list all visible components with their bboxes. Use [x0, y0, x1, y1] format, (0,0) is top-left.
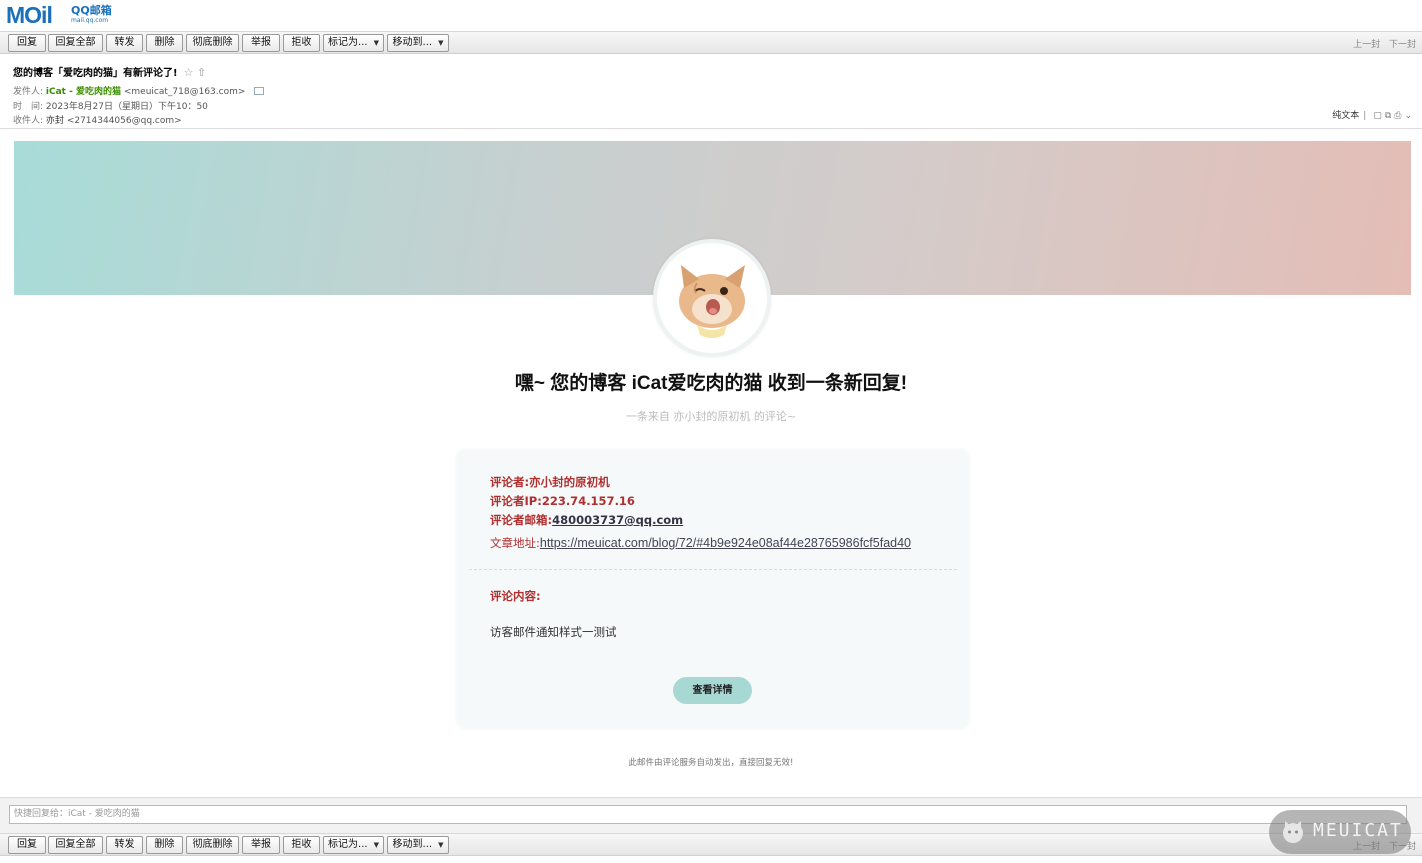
ip-row: 评论者IP:223.74.157.16 [490, 493, 635, 509]
cat-avatar [653, 239, 771, 357]
subject-text: 您的博客「爱吃肉的猫」有新评论了! [13, 68, 178, 79]
new-window-icon[interactable]: ⧉ [1385, 111, 1391, 121]
mail-headline: 嘿~ 您的博客 iCat爱吃肉的猫 收到一条新回复! [514, 373, 908, 394]
reply-all-button[interactable]: 回复全部 [48, 836, 103, 854]
quick-reply-input[interactable]: 快捷回复给：iCat - 爱吃肉的猫 [9, 805, 1407, 824]
mail-footnote: 此邮件由评论服务自动发出，直接回复无效! [628, 758, 794, 768]
bottom-toolbar: 回复 回复全部 转发 删除 彻底删除 举报 拒收 标记为... ▼ 移动到... ▼… [0, 833, 1422, 856]
time-row: 时 间: 2023年8月27日（星期日）下午10：50 [13, 99, 208, 112]
delete-button[interactable]: 删除 [146, 836, 183, 854]
cat-logo-icon [1283, 821, 1303, 843]
delete-button[interactable]: 删除 [146, 34, 183, 52]
tools-separator: | [1363, 111, 1367, 121]
recipient-row: 收件人: 亦封 <2714344056@qq.com> [13, 113, 182, 126]
to-label: 收件人: [13, 116, 44, 126]
report-button[interactable]: 举报 [242, 34, 280, 52]
reject-button[interactable]: 拒收 [283, 34, 320, 52]
url-label: 文章地址: [490, 536, 540, 550]
logo-domain-text: mail.qq.com [71, 17, 109, 24]
mark-as-dropdown[interactable]: 标记为... ▼ [323, 836, 384, 854]
mark-as-label: 标记为... [328, 839, 368, 850]
email-label: 评论者邮箱: [490, 513, 553, 527]
next-message-link[interactable]: 下一封 [1389, 40, 1416, 50]
mail-subject: 您的博客「爱吃肉的猫」有新评论了! ☆ ⇧ [13, 64, 206, 79]
message-nav: 上一封 下一封 [1347, 37, 1416, 50]
top-toolbar: 回复 回复全部 转发 删除 彻底删除 举报 拒收 标记为... ▼ 移动到... ▼… [0, 31, 1422, 54]
commenter-ip: 223.74.157.16 [541, 494, 635, 508]
mail-subline: 一条来自 亦小封的原初机 的评论~ [625, 410, 797, 423]
print-icon[interactable]: ⎙ [1394, 111, 1401, 121]
star-icon[interactable]: ☆ ⇧ [184, 66, 207, 79]
reject-button[interactable]: 拒收 [283, 836, 320, 854]
move-to-dropdown[interactable]: 移动到... ▼ [387, 836, 449, 854]
plain-text-link[interactable]: 纯文本 [1332, 111, 1359, 121]
email-row: 评论者邮箱:480003737@qq.com [490, 512, 683, 528]
comment-text: 访客邮件通知样式一测试 [490, 625, 617, 639]
recipient-address: <2714344056@qq.com> [66, 116, 182, 126]
comment-label: 评论内容: [490, 589, 541, 603]
move-to-label: 移动到... [392, 839, 433, 850]
commenter-email-link[interactable]: 480003737@qq.com [552, 513, 683, 527]
logo-bar: MOil QQ邮箱 mail.qq.com [0, 0, 1422, 30]
contact-card-icon[interactable] [254, 87, 265, 95]
qq-mail-logo[interactable]: MOil [6, 3, 53, 27]
watermark-text: MEUICAT [1313, 820, 1403, 841]
permanent-delete-button[interactable]: 彻底删除 [186, 836, 239, 854]
header-tools: 纯文本 | ▢ ⧉ ⎙ ⌄ [1332, 108, 1412, 121]
move-to-dropdown[interactable]: 移动到... ▼ [387, 34, 449, 52]
move-to-label: 移动到... [392, 37, 433, 48]
chevron-down-icon: ▼ [373, 841, 379, 849]
report-button[interactable]: 举报 [242, 836, 280, 854]
ip-label: 评论者IP: [490, 494, 542, 508]
from-label: 发件人: [13, 87, 44, 97]
card-divider [469, 569, 957, 570]
recipient-name[interactable]: 亦封 [46, 116, 64, 126]
time-value: 2023年8月27日（星期日）下午10：50 [45, 102, 208, 112]
forward-button[interactable]: 转发 [106, 34, 143, 52]
watermark: MEUICAT [1269, 810, 1411, 854]
sender-address: <meuicat_718@163.com> [123, 87, 246, 97]
url-row: 文章地址:https://meuicat.com/blog/72/#4b9e92… [490, 535, 911, 551]
expand-icon[interactable]: ▢ [1373, 111, 1382, 121]
commenter-label: 评论者: [490, 475, 530, 489]
sender-name[interactable]: iCat - 爱吃肉的猫 [46, 87, 121, 97]
chevron-down-icon: ▼ [438, 841, 444, 849]
chevron-down-icon[interactable]: ⌄ [1404, 111, 1412, 121]
chevron-down-icon: ▼ [373, 39, 379, 47]
mark-as-dropdown[interactable]: 标记为... ▼ [323, 34, 384, 52]
time-label: 时 间: [13, 102, 44, 112]
reply-button[interactable]: 回复 [8, 34, 46, 52]
quick-reply-bar: 快捷回复给：iCat - 爱吃肉的猫 [0, 797, 1422, 833]
view-details-button[interactable]: 查看详情 [673, 677, 752, 704]
sender-row: 发件人: iCat - 爱吃肉的猫 <meuicat_718@163.com> [13, 84, 265, 97]
commenter-row: 评论者:亦小封的原初机 [490, 474, 610, 490]
logo-qq-text: QQ邮箱 [71, 4, 112, 17]
commenter-name: 亦小封的原初机 [529, 475, 610, 489]
mail-header: 您的博客「爱吃肉的猫」有新评论了! ☆ ⇧ 发件人: iCat - 爱吃肉的猫 <… [0, 55, 1422, 129]
article-url-link[interactable]: https://meuicat.com/blog/72/#4b9e924e08a… [540, 536, 911, 550]
forward-button[interactable]: 转发 [106, 836, 143, 854]
mark-as-label: 标记为... [328, 37, 368, 48]
reply-button[interactable]: 回复 [8, 836, 46, 854]
comment-card: 评论者:亦小封的原初机 评论者IP:223.74.157.16 评论者邮箱:48… [457, 450, 969, 728]
chevron-down-icon: ▼ [438, 39, 444, 47]
prev-message-link[interactable]: 上一封 [1353, 40, 1380, 50]
permanent-delete-button[interactable]: 彻底删除 [186, 34, 239, 52]
reply-all-button[interactable]: 回复全部 [48, 34, 103, 52]
